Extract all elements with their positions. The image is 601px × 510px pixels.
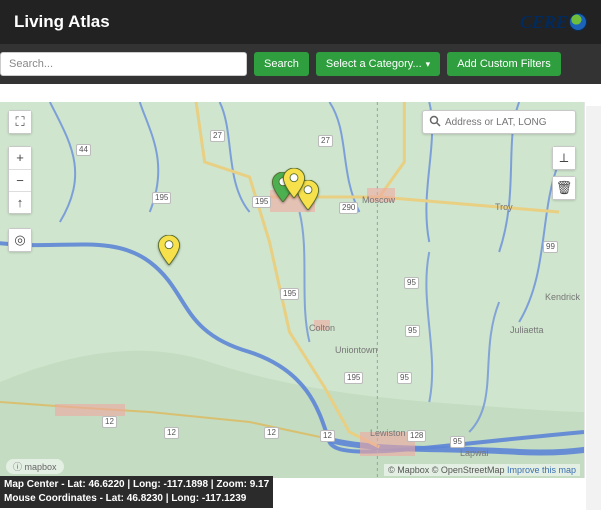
trash-button[interactable]: 🗑	[553, 177, 575, 199]
search-icon	[429, 115, 441, 130]
mouse-lat: 46.8230	[127, 493, 163, 504]
urban-area	[55, 404, 125, 416]
shield-12: 12	[320, 430, 335, 442]
center-long: -117.1898	[164, 479, 209, 490]
shield-195: 195	[252, 196, 271, 208]
ruler-control: ⟂	[552, 146, 576, 170]
map-pin[interactable]	[158, 235, 180, 265]
zoom-control: + − ↑	[8, 146, 32, 214]
compass-button[interactable]: ↑	[9, 191, 31, 213]
shield-95: 95	[397, 372, 412, 384]
shield-12: 12	[264, 427, 279, 439]
search-input[interactable]	[0, 52, 247, 76]
map-attribution: © Mapbox © OpenStreetMap Improve this ma…	[384, 464, 580, 476]
status-center: Map Center - Lat: 46.6220 | Long: -117.1…	[4, 478, 269, 492]
zoom-label: Zoom:	[216, 479, 247, 490]
improve-map-link[interactable]: Improve this map	[507, 465, 576, 475]
fullscreen-button[interactable]: ⛶	[9, 111, 31, 133]
label-troy: Troy	[495, 202, 513, 212]
center-long-label: Long:	[133, 479, 161, 490]
center-lat: 46.6220	[88, 479, 124, 490]
shield-195: 195	[280, 288, 299, 300]
label-uniontown: Uniontown	[335, 345, 378, 355]
app-header: Living Atlas CERE	[0, 0, 601, 44]
shield-95: 95	[450, 436, 465, 448]
zoom-in-button[interactable]: +	[9, 147, 31, 169]
search-button[interactable]: Search	[254, 52, 309, 76]
category-select[interactable]: Select a Category... ▾	[316, 52, 440, 76]
locate-control: ◎	[8, 228, 32, 252]
side-gutter	[586, 106, 601, 510]
brand-logo: CERE	[520, 12, 587, 33]
shield-99: 99	[543, 241, 558, 253]
status-mouse: Mouse Coordinates - Lat: 46.8230 | Long:…	[4, 492, 269, 506]
shield-27: 27	[318, 135, 333, 147]
shield-128: 128	[407, 430, 426, 442]
fullscreen-control: ⛶	[8, 110, 32, 134]
shield-290: 290	[339, 202, 358, 214]
zoom-value: 9.17	[250, 479, 269, 490]
mouse-long-label: Long:	[171, 493, 199, 504]
mapbox-logo: ⓘ mapbox	[6, 459, 64, 474]
label-juliaetta: Juliaetta	[510, 325, 544, 335]
globe-icon	[569, 13, 587, 31]
logo-letter: CERE	[520, 12, 568, 33]
shield-195: 195	[344, 372, 363, 384]
map-canvas[interactable]: Moscow Troy Kendrick Juliaetta Lapwai Le…	[0, 102, 585, 478]
mouse-long: -117.1239	[202, 493, 247, 504]
attr-osm: © OpenStreetMap	[432, 465, 505, 475]
address-input[interactable]	[445, 117, 569, 128]
shield-95: 95	[404, 277, 419, 289]
app-title: Living Atlas	[14, 12, 110, 32]
filter-toolbar: Search Select a Category... ▾ Add Custom…	[0, 44, 601, 84]
chevron-down-icon: ▾	[426, 59, 431, 70]
trash-control: 🗑	[552, 176, 576, 200]
shield-44: 44	[76, 144, 91, 156]
status-bar: Map Center - Lat: 46.6220 | Long: -117.1…	[0, 476, 273, 508]
shield-27: 27	[210, 130, 225, 142]
map-pin[interactable]	[283, 168, 305, 198]
label-lewiston: Lewiston	[370, 428, 406, 438]
label-colton: Colton	[309, 323, 335, 333]
add-filters-button[interactable]: Add Custom Filters	[447, 52, 561, 76]
locate-button[interactable]: ◎	[9, 229, 31, 251]
label-moscow: Moscow	[362, 195, 395, 205]
mouse-lat-label: Mouse Coordinates - Lat:	[4, 493, 124, 504]
center-lat-label: Map Center - Lat:	[4, 479, 86, 490]
shield-95: 95	[405, 325, 420, 337]
shield-12: 12	[102, 416, 117, 428]
label-kendrick: Kendrick	[545, 292, 580, 302]
attr-mapbox: © Mapbox	[388, 465, 429, 475]
address-search[interactable]	[422, 110, 576, 134]
label-lapwai: Lapwai	[460, 448, 489, 458]
shield-195: 195	[152, 192, 171, 204]
mapbox-label: mapbox	[25, 462, 57, 472]
shield-12: 12	[164, 427, 179, 439]
category-label: Select a Category...	[326, 58, 422, 70]
zoom-out-button[interactable]: −	[9, 169, 31, 191]
ruler-button[interactable]: ⟂	[553, 147, 575, 169]
